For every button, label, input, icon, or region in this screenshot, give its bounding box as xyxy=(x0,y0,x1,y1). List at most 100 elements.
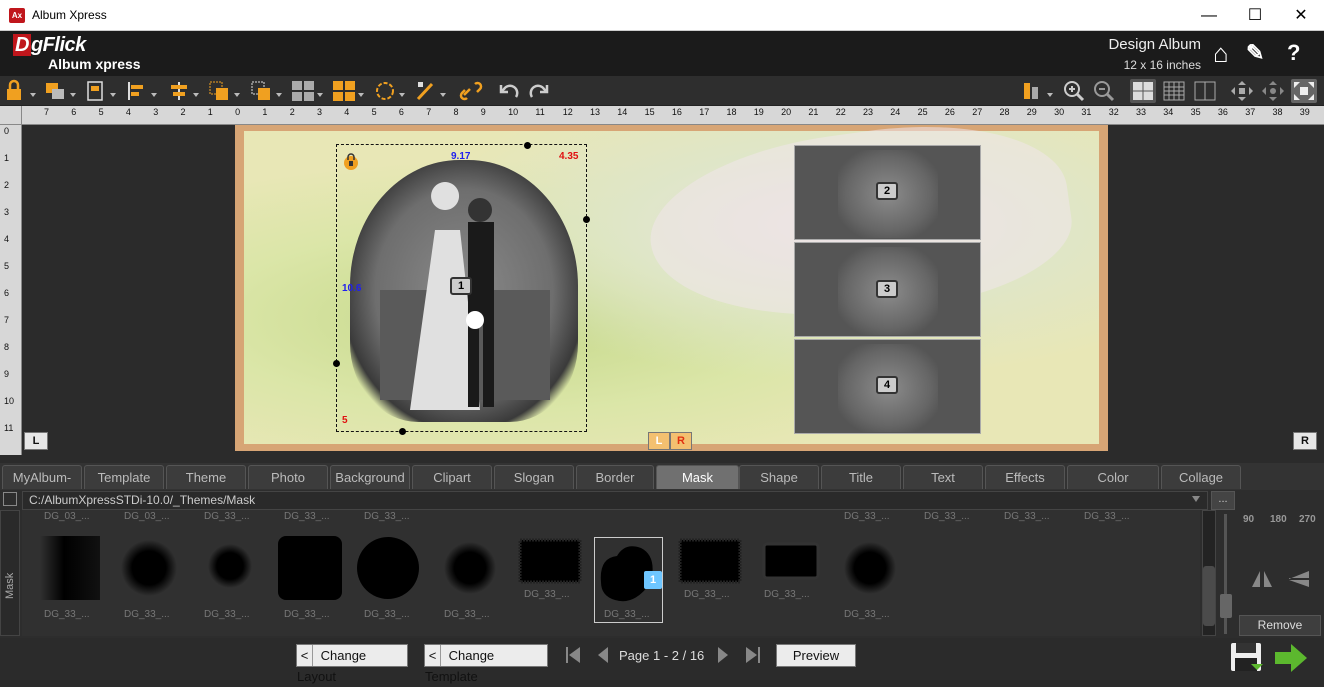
browse-folder-button[interactable]: ... xyxy=(1211,491,1235,510)
ruler-corner xyxy=(0,106,22,125)
tab-shape[interactable]: Shape xyxy=(739,465,819,489)
preview-button[interactable]: Preview xyxy=(776,644,856,667)
grid-layout-orange-icon[interactable] xyxy=(331,79,357,103)
bring-forward-icon[interactable] xyxy=(43,79,69,103)
maximize-button[interactable]: ☐ xyxy=(1232,0,1278,31)
rotate-180-icon[interactable]: 180 xyxy=(1270,514,1287,525)
settings-wrench-icon[interactable]: ✎ xyxy=(1246,40,1264,66)
link-icon[interactable] xyxy=(458,79,484,103)
ruler-tick-label: 0 xyxy=(4,126,10,136)
mask-thumbnail[interactable] xyxy=(838,532,910,604)
tab-background[interactable]: Background xyxy=(330,465,410,489)
chevron-down-icon[interactable] xyxy=(358,93,364,97)
magic-wand-icon[interactable] xyxy=(413,79,439,103)
rotate-icon[interactable] xyxy=(372,79,398,103)
lock-icon[interactable] xyxy=(343,152,359,170)
chevron-down-icon[interactable] xyxy=(193,93,199,97)
size-slider-handle[interactable] xyxy=(1220,594,1232,618)
lr-right-toggle[interactable]: R xyxy=(670,432,692,450)
tab-clipart[interactable]: Clipart xyxy=(412,465,492,489)
undo-icon[interactable] xyxy=(496,79,522,103)
right-page-button[interactable]: R xyxy=(1293,432,1317,450)
redo-icon[interactable] xyxy=(526,79,552,103)
first-page-icon[interactable] xyxy=(563,645,583,665)
tab-collage[interactable]: Collage xyxy=(1161,465,1241,489)
rotate-90-icon[interactable]: 90 xyxy=(1243,514,1254,525)
align-left-icon[interactable] xyxy=(124,79,150,103)
folder-path[interactable]: C:/AlbumXpressSTDi-10.0/_Themes/Mask xyxy=(22,491,1208,510)
mask-side-tab[interactable]: Mask xyxy=(0,510,20,636)
next-page-icon[interactable] xyxy=(713,645,733,665)
tab-effects[interactable]: Effects xyxy=(985,465,1065,489)
tab-theme[interactable]: Theme xyxy=(166,465,246,489)
mask-thumbnail[interactable] xyxy=(276,532,348,604)
chevron-down-icon[interactable] xyxy=(70,93,76,97)
chevron-down-icon[interactable] xyxy=(1047,93,1053,97)
zoom-in-icon[interactable] xyxy=(1061,79,1087,103)
frame-width-label: 9.17 xyxy=(451,151,471,162)
panel-options-icon[interactable] xyxy=(3,492,17,506)
mask-thumbnail[interactable] xyxy=(198,532,270,604)
ruler-tick-label: 20 xyxy=(781,107,792,117)
chevron-down-icon[interactable] xyxy=(317,93,323,97)
arrange-icon[interactable] xyxy=(1020,79,1046,103)
remove-mask-button[interactable]: Remove xyxy=(1239,615,1321,636)
center-icon[interactable] xyxy=(1260,79,1286,103)
change-template-button[interactable]: < Change Template xyxy=(424,644,548,684)
distribute-icon[interactable] xyxy=(249,79,275,103)
tab-border[interactable]: Border xyxy=(576,465,654,489)
mask-thumbnail[interactable] xyxy=(438,532,510,604)
flip-horizontal-icon[interactable] xyxy=(1250,569,1274,594)
help-icon[interactable]: ? xyxy=(1287,40,1300,66)
mask-thumbnail[interactable] xyxy=(38,532,110,604)
resize-handle-top[interactable] xyxy=(524,142,531,149)
rotate-270-icon[interactable]: 270 xyxy=(1299,514,1316,525)
grid-quarter-icon[interactable] xyxy=(1130,79,1156,103)
tab-photo[interactable]: Photo xyxy=(248,465,328,489)
zoom-out-icon[interactable] xyxy=(1091,79,1117,103)
tab-mask[interactable]: Mask xyxy=(656,465,739,489)
flip-vertical-icon[interactable] xyxy=(1287,569,1311,594)
ruler-tick-label: 33 xyxy=(1136,107,1147,117)
home-icon[interactable]: ⌂ xyxy=(1213,38,1229,69)
resize-handle-bottom[interactable] xyxy=(399,428,406,435)
tab-title[interactable]: Title xyxy=(821,465,901,489)
thumbnail-label: DG_33_... xyxy=(844,511,890,522)
chevron-down-icon[interactable] xyxy=(399,93,405,97)
scrollbar-thumb[interactable] xyxy=(1203,566,1215,626)
mask-thumbnail[interactable] xyxy=(117,532,189,604)
chevron-down-icon[interactable] xyxy=(110,93,116,97)
minimize-button[interactable]: — xyxy=(1186,0,1232,31)
resize-handle-right[interactable] xyxy=(583,216,590,223)
align-center-icon[interactable] xyxy=(166,79,192,103)
chevron-down-icon[interactable] xyxy=(234,93,240,97)
move-icon[interactable] xyxy=(1229,79,1255,103)
chevron-down-icon[interactable] xyxy=(440,93,446,97)
chevron-down-icon[interactable] xyxy=(30,93,36,97)
fit-icon[interactable] xyxy=(1291,79,1317,103)
chevron-down-icon[interactable] xyxy=(276,93,282,97)
grid-layout-gray-icon[interactable] xyxy=(290,79,316,103)
tab-myalbum-001[interactable]: MyAlbum-001 xyxy=(2,465,82,509)
page-layout-icon[interactable] xyxy=(83,79,109,103)
tab-slogan[interactable]: Slogan xyxy=(494,465,574,489)
resize-handle-left[interactable] xyxy=(333,360,340,367)
mask-thumbnail[interactable] xyxy=(356,532,428,604)
chevron-down-icon[interactable] xyxy=(1192,496,1200,502)
last-page-icon[interactable] xyxy=(743,645,763,665)
resize-icon[interactable] xyxy=(207,79,233,103)
spread-view-icon[interactable] xyxy=(1192,79,1218,103)
close-button[interactable]: ✕ xyxy=(1278,0,1324,31)
left-page-button[interactable]: L xyxy=(24,432,48,450)
tab-text[interactable]: Text xyxy=(903,465,983,489)
change-layout-button[interactable]: < Change Layout xyxy=(296,644,408,684)
grid-fine-icon[interactable] xyxy=(1161,79,1187,103)
tab-template[interactable]: Template xyxy=(84,465,164,489)
lr-left-toggle[interactable]: L xyxy=(648,432,670,450)
chevron-down-icon[interactable] xyxy=(151,93,157,97)
next-step-arrow-icon[interactable] xyxy=(1273,642,1309,674)
lock-icon[interactable] xyxy=(3,79,29,103)
save-icon[interactable] xyxy=(1229,640,1265,676)
tab-color-correction[interactable]: Color correction xyxy=(1067,465,1159,509)
previous-page-icon[interactable] xyxy=(593,645,613,665)
